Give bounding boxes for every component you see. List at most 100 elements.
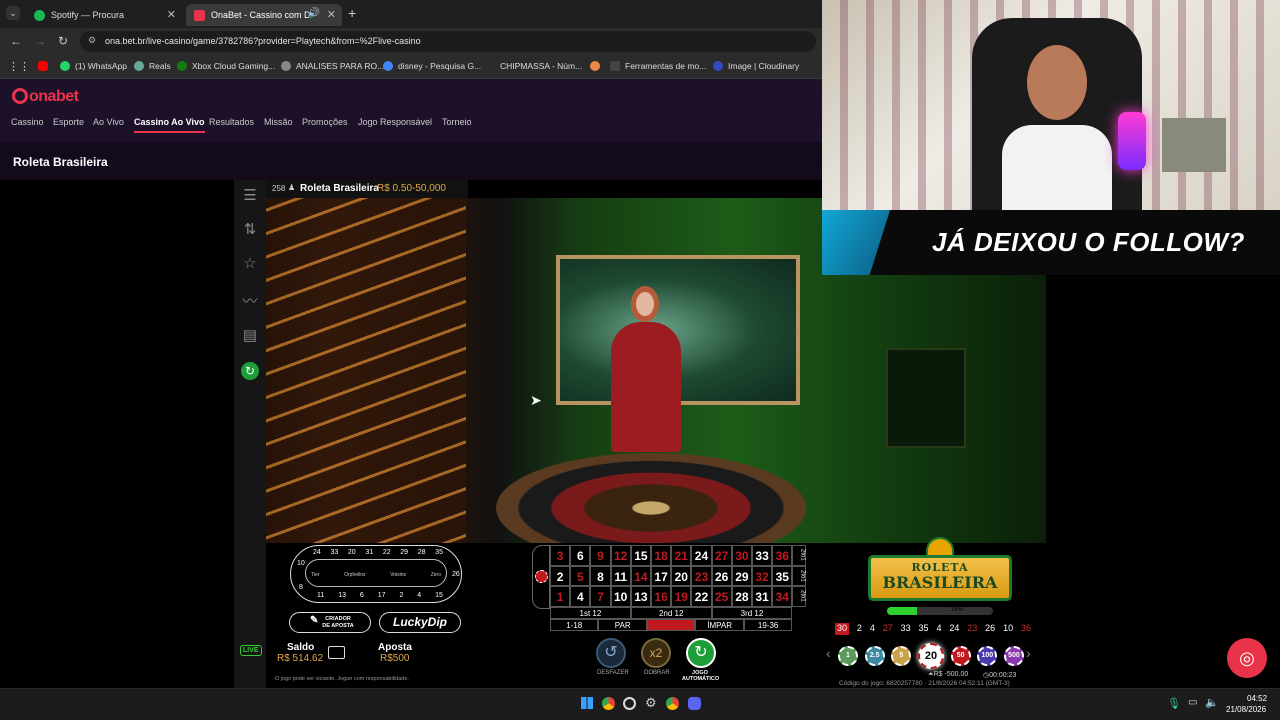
chrome-active-icon[interactable]	[666, 697, 679, 710]
tab-onabet[interactable]: OnaBet - Cassino com Dive 🔊 ✕	[186, 4, 342, 26]
race-number-35[interactable]: 35	[435, 549, 443, 556]
race-number-2[interactable]: 2	[399, 592, 403, 599]
number-cell-18[interactable]: 18	[651, 545, 672, 566]
onabet-logo[interactable]: onabet	[12, 88, 79, 106]
dozen-bet-1[interactable]: 1st 12	[550, 606, 631, 619]
chip-50[interactable]: 50	[950, 646, 971, 666]
race-number-22[interactable]: 22	[383, 549, 391, 556]
number-cell-14[interactable]: 14	[630, 565, 651, 586]
number-cell-20[interactable]: 20	[671, 565, 692, 586]
speaker-icon[interactable]: 🔊	[308, 8, 320, 19]
menu-promocoes[interactable]: Promoções	[302, 117, 348, 127]
apps-grid-icon[interactable]: ⋮⋮	[8, 60, 30, 73]
wallet-icon[interactable]	[328, 646, 345, 659]
chip-20[interactable]: 20	[917, 643, 944, 669]
menu-jogo-responsavel[interactable]: Jogo Responsável	[358, 117, 432, 127]
obs-icon[interactable]	[623, 697, 636, 710]
outside-bet-4[interactable]: ÍMPAR	[695, 618, 744, 631]
bookmark-cloudinary[interactable]: Image | Cloudinary	[713, 61, 799, 71]
number-cell-17[interactable]: 17	[651, 565, 672, 586]
tab-spotify[interactable]: Spotify — Procura ✕	[26, 4, 182, 26]
number-cell-35[interactable]: 35	[772, 565, 793, 586]
number-cell-3[interactable]: 3	[550, 545, 571, 566]
number-cell-7[interactable]: 7	[590, 586, 611, 607]
race-number-15[interactable]: 15	[435, 592, 443, 599]
race-section-voisins[interactable]: Voisins	[390, 572, 406, 578]
number-cell-32[interactable]: 32	[752, 565, 773, 586]
number-cell-1[interactable]: 1	[550, 586, 571, 607]
menu-ao-vivo[interactable]: Ao Vivo	[93, 117, 124, 127]
settings-icon[interactable]: ⚙	[645, 695, 657, 711]
volume-icon[interactable]: 🔈	[1205, 696, 1219, 709]
statistics-icon[interactable]: 〰	[240, 290, 260, 310]
sort-icon[interactable]: ⇅	[240, 220, 260, 240]
outside-bet-2[interactable]: PAR	[598, 618, 647, 631]
number-cell-25[interactable]: 25	[711, 586, 732, 607]
race-number-20[interactable]: 20	[348, 549, 356, 556]
refresh-green-icon[interactable]: ↻	[241, 362, 259, 380]
chip-2.5[interactable]: 2.5	[864, 646, 885, 666]
history-icon[interactable]: ▤	[240, 326, 260, 346]
menu-icon[interactable]: ☰	[240, 186, 260, 206]
race-number-28[interactable]: 28	[418, 549, 426, 556]
taskbar-time[interactable]: 04:52	[1247, 694, 1267, 703]
dozen-bet-2[interactable]: 2nd 12	[630, 606, 712, 619]
number-cell-33[interactable]: 33	[752, 545, 773, 566]
number-cell-16[interactable]: 16	[651, 586, 672, 607]
menu-resultados[interactable]: Resultados	[209, 117, 254, 127]
url-input[interactable]: ⚙ ona.bet.br/live-casino/game/3782786?pr…	[80, 31, 816, 52]
outside-bet-1[interactable]: 1-18	[550, 618, 599, 631]
red-bet-cell[interactable]	[646, 618, 696, 631]
number-cell-34[interactable]: 34	[772, 586, 793, 607]
bookmark-analises[interactable]: ANALISES PARA RO...	[281, 61, 384, 71]
number-cell-9[interactable]: 9	[590, 545, 611, 566]
race-number-17[interactable]: 17	[378, 592, 386, 599]
chip-500[interactable]: 500	[1003, 646, 1024, 666]
number-cell-6[interactable]: 6	[570, 545, 591, 566]
new-tab-button[interactable]: +	[348, 5, 356, 21]
number-cell-19[interactable]: 19	[671, 586, 692, 607]
race-section-tier[interactable]: Tier	[311, 572, 319, 578]
youtube-bookmark[interactable]	[38, 61, 53, 71]
column-bet-1[interactable]: 2to1	[792, 545, 807, 566]
number-cell-27[interactable]: 27	[711, 545, 732, 566]
microphone-icon[interactable]: 🎙	[1167, 697, 1181, 710]
chip-5[interactable]: 5	[891, 646, 912, 666]
close-tab-icon[interactable]: ✕	[327, 8, 336, 21]
number-cell-15[interactable]: 15	[630, 545, 651, 566]
race-number-4[interactable]: 4	[417, 592, 421, 599]
number-cell-12[interactable]: 12	[610, 545, 631, 566]
number-cell-30[interactable]: 30	[731, 545, 752, 566]
column-bet-2[interactable]: 2to1	[792, 565, 807, 586]
bookmark-disney[interactable]: disney - Pesquisa G...	[383, 61, 481, 71]
discord-icon[interactable]	[688, 697, 701, 710]
menu-missao[interactable]: Missão	[264, 117, 293, 127]
column-bet-3[interactable]: 2to1	[792, 586, 807, 607]
race-number-29[interactable]: 29	[400, 549, 408, 556]
race-number-6[interactable]: 6	[360, 592, 364, 599]
number-cell-28[interactable]: 28	[731, 586, 752, 607]
menu-torneio[interactable]: Torneio	[442, 117, 472, 127]
reload-icon[interactable]: ↻	[58, 34, 68, 48]
network-icon[interactable]: ▭	[1188, 697, 1197, 708]
close-tab-icon[interactable]: ✕	[167, 8, 176, 21]
bookmark-xbox[interactable]: Xbox Cloud Gaming...	[177, 61, 275, 71]
race-number-24[interactable]: 24	[313, 549, 321, 556]
number-cell-29[interactable]: 29	[731, 565, 752, 586]
number-cell-36[interactable]: 36	[772, 545, 793, 566]
bookmark-ferramentas[interactable]: Ferramentas de mo...	[610, 61, 706, 71]
windows-start-icon[interactable]	[581, 697, 593, 709]
race-track[interactable]: 24 33 20 31 22 29 28 35 11 13 6 17 2 4 15 10 8 26 Tie…	[290, 545, 462, 603]
number-cell-4[interactable]: 4	[570, 586, 591, 607]
double-button[interactable]: x2	[641, 638, 671, 668]
race-number-31[interactable]: 31	[365, 549, 373, 556]
site-info-icon[interactable]: ⚙	[88, 35, 96, 46]
menu-cassino[interactable]: Cassino	[11, 117, 44, 127]
dozen-bet-3[interactable]: 3rd 12	[711, 606, 793, 619]
bookmark-reals[interactable]: Reals	[134, 61, 171, 71]
chat-support-button[interactable]: ◎	[1227, 638, 1267, 678]
number-cell-26[interactable]: 26	[711, 565, 732, 586]
number-cell-13[interactable]: 13	[630, 586, 651, 607]
chrome-icon[interactable]	[602, 697, 615, 710]
number-cell-5[interactable]: 5	[570, 565, 591, 586]
